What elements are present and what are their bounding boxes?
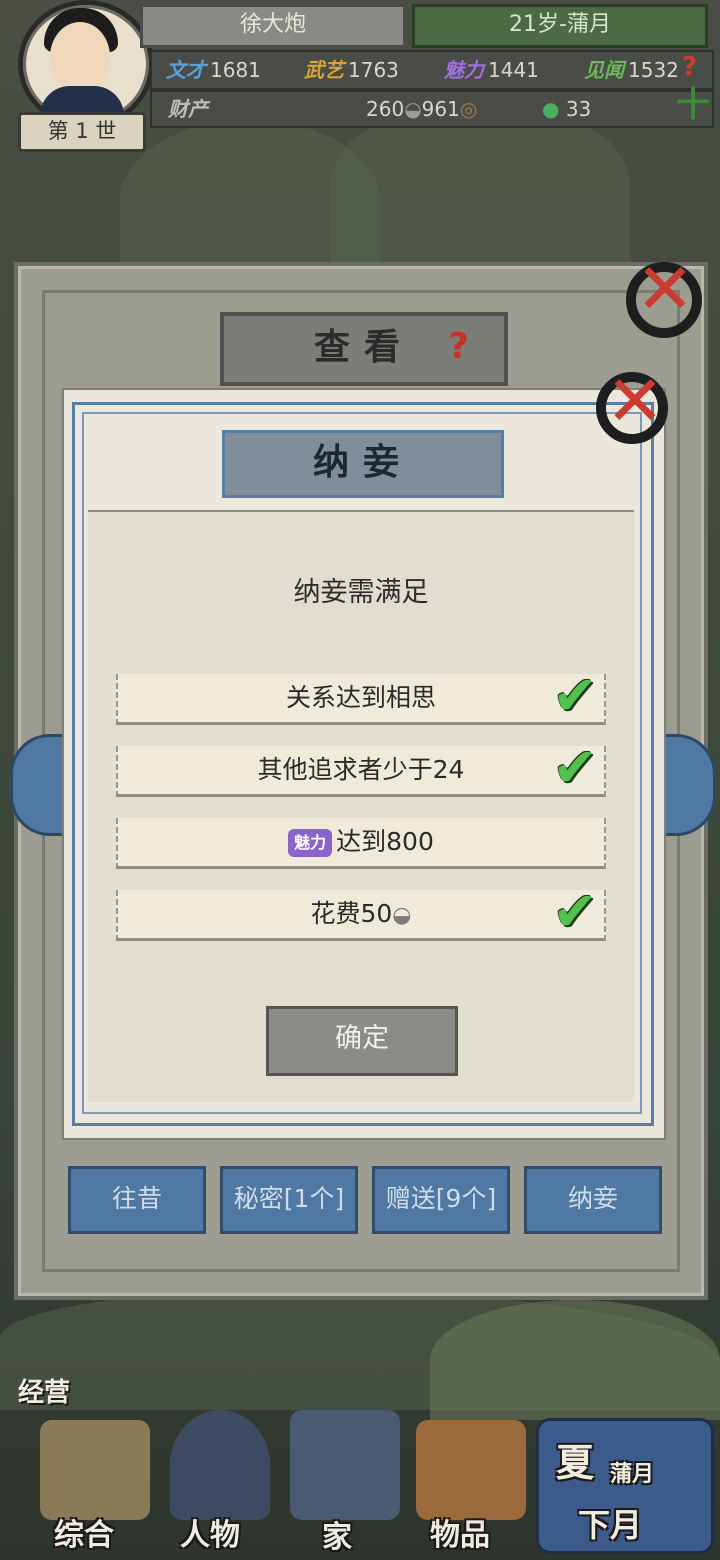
next-arrow-icon[interactable] <box>658 734 716 836</box>
stats-bar: 文才 1681 武艺 1763 魅力 1441 见闻 1532 <box>150 50 714 90</box>
home-icon <box>290 1410 400 1520</box>
condition-cost: 花费50◒ ✔ <box>116 884 606 941</box>
prev-arrow-icon[interactable] <box>10 734 68 836</box>
stat-knowledge: 见闻 1532 <box>584 58 679 82</box>
nav-items[interactable]: 物品 <box>430 1510 490 1554</box>
condition-charm: 魅力 达到800 <box>116 818 606 869</box>
checkmark-icon: ✔ <box>552 736 598 799</box>
nav-general[interactable]: 综合 <box>54 1510 114 1554</box>
jade-icon: ● <box>542 97 560 121</box>
silver-ingot-icon: ◒ <box>392 903 412 928</box>
next-month-button[interactable]: 下月 <box>578 1500 642 1546</box>
avatar-face <box>50 22 110 92</box>
general-icon <box>40 1420 150 1520</box>
stat-charm: 魅力 1441 <box>444 58 539 82</box>
tab-concubine[interactable]: 纳妾 <box>524 1166 662 1234</box>
season-label: 夏 <box>556 1441 595 1485</box>
tab-past[interactable]: 往昔 <box>68 1166 206 1234</box>
month-label: 蒲月 <box>610 1462 655 1487</box>
help-icon[interactable]: ? <box>682 52 710 82</box>
player-name: 徐大炮 <box>140 4 406 48</box>
inner-close-icon[interactable]: ✕ <box>590 366 680 446</box>
age-month: 21岁-蒲月 <box>412 4 708 48</box>
manage-label[interactable]: 经营 <box>18 1372 70 1409</box>
nav-character[interactable]: 人物 <box>180 1510 240 1554</box>
outer-close-icon[interactable]: ✕ <box>620 254 710 334</box>
requirements-title: 纳妾需满足 <box>293 577 429 608</box>
question-icon[interactable]: ? <box>448 326 469 367</box>
wealth-label: 财产 <box>168 97 208 121</box>
stat-martial: 武艺 1763 <box>304 58 399 82</box>
wealth-bar: 财产 260◒961◎ ● 33 <box>150 90 714 128</box>
generation-badge: 第 1 世 <box>18 112 146 152</box>
tab-secrets[interactable]: 秘密[1个] <box>220 1166 358 1234</box>
confirm-button[interactable]: 确定 <box>266 1006 458 1076</box>
condition-suitors: 其他追求者少于24 ✔ <box>116 740 606 797</box>
concubine-dialog-title: 纳妾 <box>222 430 504 498</box>
tab-gifts[interactable]: 赠送[9个] <box>372 1166 510 1234</box>
silver-ingot-icon: ◒ <box>404 97 422 121</box>
jade-amount: ● 33 <box>542 97 592 121</box>
add-icon[interactable]: 十 <box>676 88 710 122</box>
character-icon <box>170 1410 270 1520</box>
stat-literary: 文才 1681 <box>166 58 261 82</box>
charm-badge: 魅力 <box>288 829 333 857</box>
checkmark-icon: ✔ <box>552 664 598 727</box>
copper-coin-icon: ◎ <box>459 97 478 121</box>
items-icon <box>416 1420 526 1520</box>
condition-relationship: 关系达到相思 ✔ <box>116 668 606 725</box>
nav-home[interactable]: 家 <box>322 1512 352 1556</box>
checkmark-icon: ✔ <box>552 880 598 943</box>
silver-amount: 260◒961◎ <box>366 97 478 121</box>
